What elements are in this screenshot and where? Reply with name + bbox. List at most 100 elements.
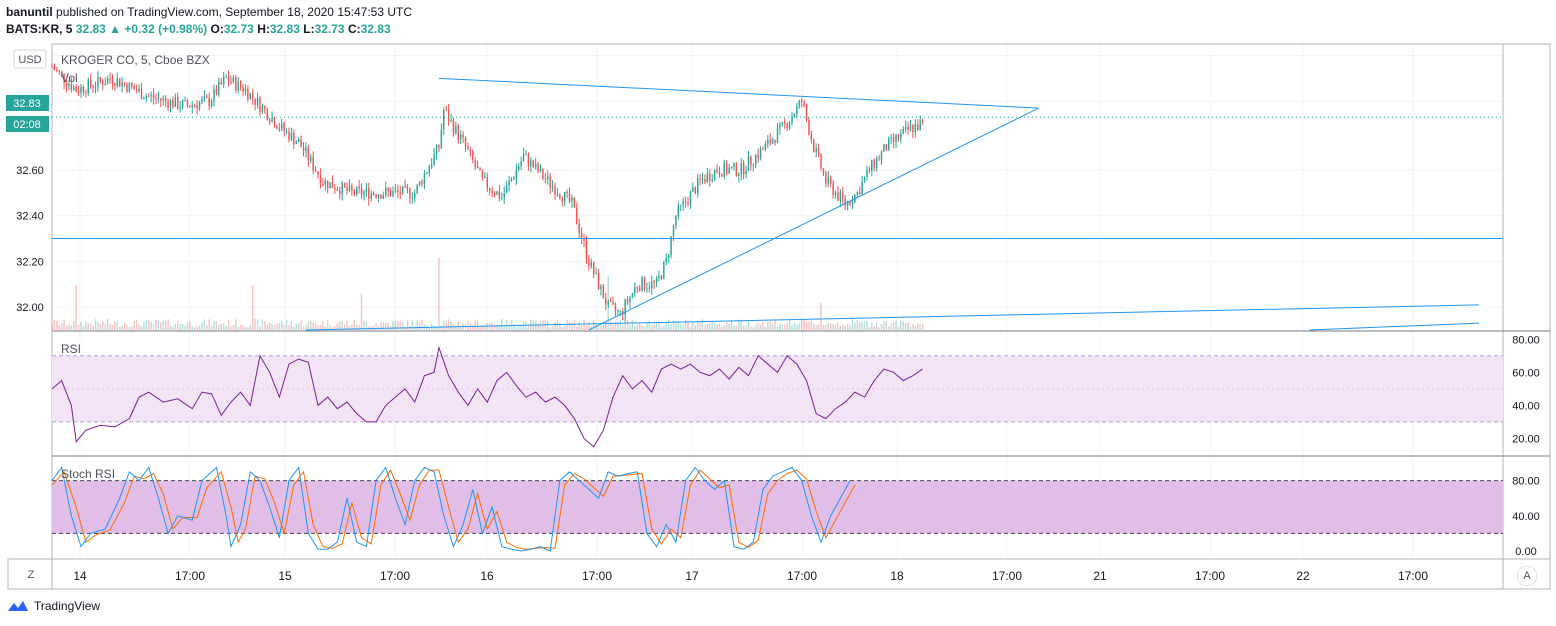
- candle-body: [527, 154, 530, 167]
- candle-body: [445, 110, 447, 112]
- candle-body: [140, 88, 143, 99]
- volume-bar: [235, 319, 237, 330]
- time-axis[interactable]: 14 17:00 15 17:00 16 17:00 17 17:00 18 17:00 21 17:…: [73, 569, 1428, 583]
- volume-bar: [762, 321, 764, 330]
- countdown-value: 02:08: [13, 119, 41, 131]
- candle-body: [718, 172, 721, 175]
- legend-vol[interactable]: Vol: [61, 71, 78, 85]
- volume-bar: [827, 322, 830, 330]
- candle-body: [897, 135, 900, 140]
- rsi-y-tick: 40.00: [1512, 400, 1540, 412]
- legend-rsi[interactable]: RSI: [61, 342, 81, 356]
- candle-body: [667, 254, 670, 258]
- volume-bar: [733, 325, 735, 330]
- volume-bar: [561, 326, 563, 330]
- tradingview-logo[interactable]: TradingView: [6, 599, 100, 613]
- volume-bar: [53, 319, 56, 330]
- legend-title[interactable]: KROGER CO, 5, Cboe BZX: [61, 53, 210, 67]
- volume-bar: [781, 324, 784, 330]
- volume-bar: [904, 322, 907, 330]
- volume-bar: [242, 325, 244, 330]
- candle-body: [660, 275, 663, 279]
- candle-body: [725, 163, 728, 174]
- candle-body: [295, 141, 297, 144]
- candle-body: [126, 84, 128, 92]
- volume-bar: [846, 324, 849, 330]
- volume-bar: [406, 319, 409, 330]
- candle-body: [900, 133, 902, 140]
- candle-body: [220, 81, 223, 85]
- candle-body: [416, 184, 418, 194]
- volume-bar: [85, 321, 87, 330]
- volume-bar: [148, 319, 150, 330]
- volume-bar: [878, 326, 880, 330]
- candle-body: [443, 110, 445, 130]
- volume-bar: [77, 325, 80, 330]
- volume-bar: [271, 324, 273, 330]
- candle-body: [169, 99, 172, 108]
- candle-body: [387, 188, 389, 191]
- volume-bar: [641, 325, 643, 330]
- candle-body: [389, 190, 392, 197]
- candle-body: [80, 86, 82, 93]
- candle-body: [360, 188, 363, 195]
- volume-bar: [227, 319, 230, 330]
- candle-body: [532, 160, 534, 168]
- candle-body: [377, 194, 380, 198]
- candle-body: [312, 156, 314, 171]
- volume-bar: [179, 323, 181, 330]
- candle-body: [832, 183, 834, 196]
- volume-bar: [723, 325, 726, 330]
- volume-bar: [503, 326, 505, 330]
- candle-body: [189, 105, 191, 108]
- candle-body: [184, 100, 186, 102]
- volume-bar: [131, 326, 133, 330]
- volume-bar: [232, 325, 235, 330]
- volume-bar: [92, 325, 94, 330]
- candle-body: [730, 166, 733, 169]
- volume-bar: [796, 325, 798, 330]
- candle-body: [636, 287, 638, 289]
- volume-bar: [701, 319, 704, 330]
- x-tick-label: 21: [1093, 569, 1107, 583]
- volume-bar: [65, 325, 68, 330]
- legend-stoch-rsi[interactable]: Stoch RSI: [61, 467, 115, 481]
- volume-bar: [416, 320, 418, 330]
- candle-body: [242, 87, 244, 92]
- candle-body: [779, 123, 781, 129]
- candle-body: [597, 272, 600, 289]
- volume-bar: [725, 321, 728, 330]
- candle-body: [336, 189, 339, 191]
- candle-body: [655, 278, 658, 283]
- volume-bar: [634, 326, 636, 330]
- volume-bar: [288, 325, 290, 330]
- volume-bar: [539, 320, 542, 330]
- candle-body: [290, 132, 293, 140]
- candle-body: [102, 81, 104, 86]
- volume-bar: [94, 319, 97, 330]
- candle-body: [619, 310, 622, 312]
- volume-bar: [401, 321, 404, 330]
- volume-bar: [651, 325, 653, 330]
- volume-bar: [909, 326, 912, 330]
- candle-body: [892, 137, 895, 142]
- volume-bar: [169, 325, 172, 330]
- volume-bar: [866, 320, 868, 330]
- volume-bar: [193, 326, 196, 330]
- auto-scale-button[interactable]: A: [1517, 566, 1537, 586]
- candle-body: [551, 186, 554, 188]
- volume-bar: [696, 321, 699, 330]
- candle-body: [426, 172, 428, 174]
- candle-body: [868, 169, 871, 171]
- candle-body: [917, 124, 919, 131]
- candle-body: [501, 197, 503, 199]
- zoom-button[interactable]: Z: [22, 566, 40, 584]
- candle-body: [895, 135, 897, 142]
- trendlines[interactable]: [52, 77, 1503, 331]
- candle-body: [602, 285, 605, 299]
- chart-canvas[interactable]: 32.00 32.20 32.40 32.60 20.00 40.00 60.00 80.00…: [0, 0, 1556, 626]
- volume-bar: [614, 321, 617, 330]
- candle-body: [346, 187, 348, 191]
- candle-body: [302, 147, 305, 152]
- volume-bar: [290, 321, 293, 330]
